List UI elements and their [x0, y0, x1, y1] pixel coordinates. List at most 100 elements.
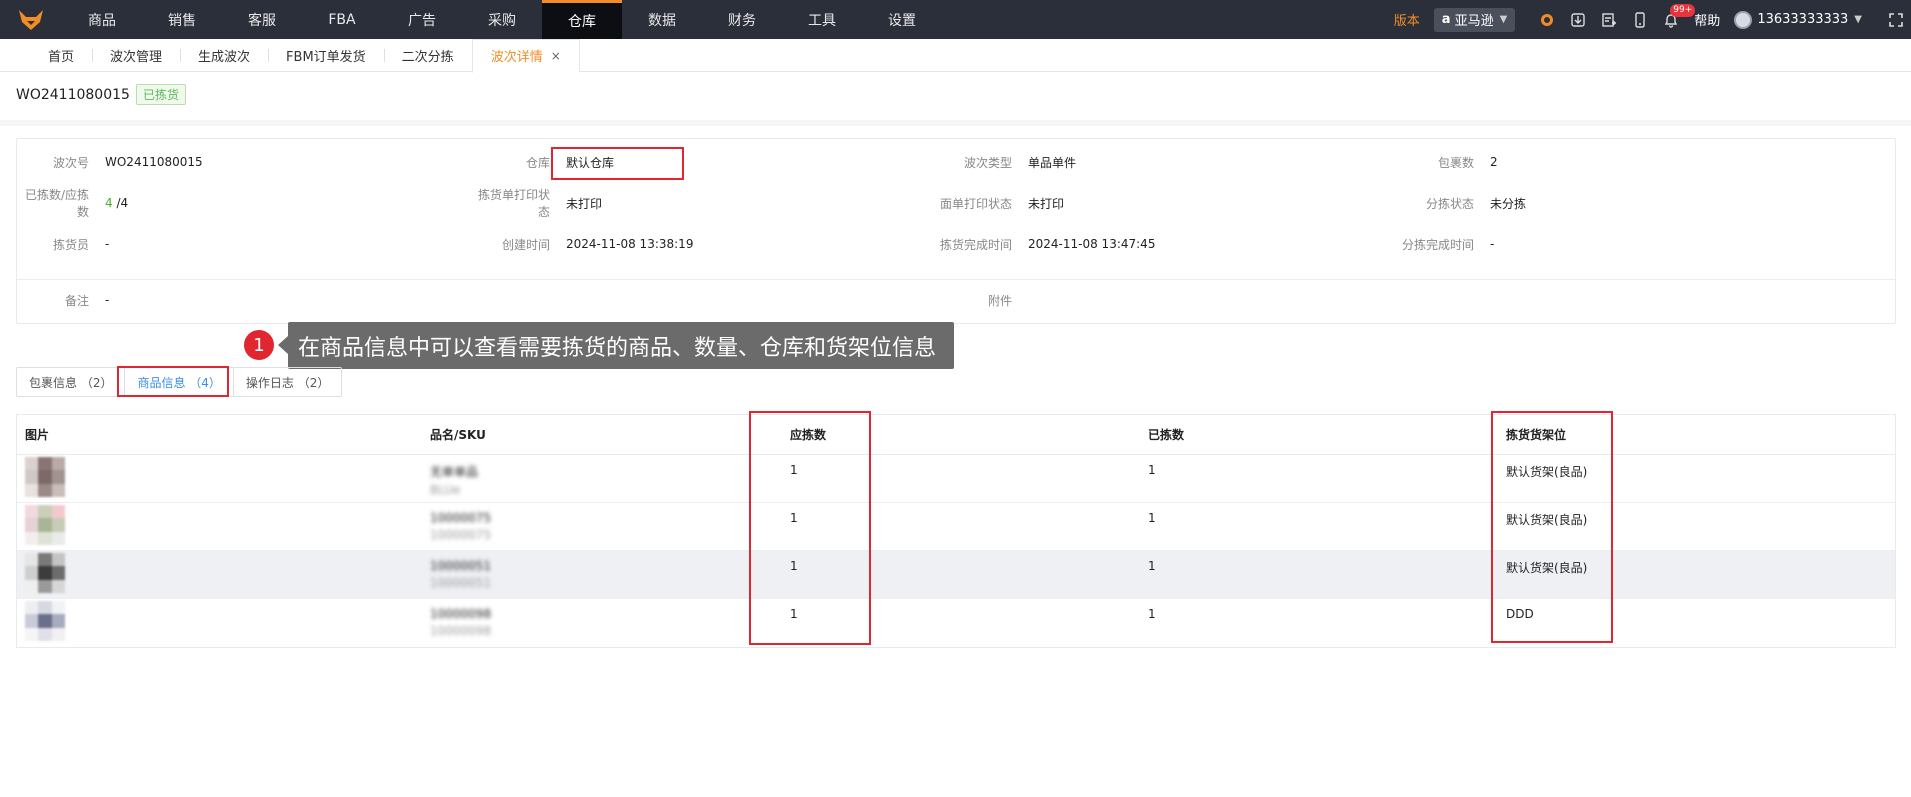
app-logo[interactable]: [0, 0, 62, 39]
product-sku: 10000075: [430, 528, 492, 542]
wave-type-label: 波次类型: [963, 155, 1012, 170]
product-thumbnail[interactable]: [25, 505, 65, 545]
store-select-label: 亚马逊: [1454, 14, 1494, 29]
nav-item-service[interactable]: 客服: [222, 0, 302, 39]
chevron-down-icon: ▼: [1499, 14, 1508, 25]
shelf-cell: 默认货架(良品): [1506, 513, 1588, 527]
sort-status-label: 分拣状态: [1425, 196, 1474, 211]
store-select[interactable]: a 亚马逊 ▼: [1433, 7, 1516, 32]
detail-tabs: 包裹信息 （2） 商品信息 （4） 操作日志 （2）: [16, 367, 343, 397]
shelf-cell: 默认货架(良品): [1506, 561, 1588, 575]
should-pick-cell: 1: [790, 559, 798, 573]
nav-item-sales[interactable]: 销售: [142, 0, 222, 39]
main-nav: 商品 销售 客服 FBA 广告 采购 仓库 数据 财务 工具 设置: [62, 0, 942, 39]
info-row: 拣货员 - 创建时间 2024-11-08 13:38:19 拣货完成时间 2024-…: [17, 234, 1895, 254]
header-divider: [0, 120, 1911, 126]
product-sku: 10000098: [430, 624, 492, 638]
remark-label: 备注: [64, 293, 89, 308]
fullscreen-icon[interactable]: [1880, 0, 1911, 39]
nav-item-purchase[interactable]: 采购: [462, 0, 542, 39]
nav-item-tools[interactable]: 工具: [782, 0, 862, 39]
close-icon[interactable]: ×: [551, 49, 561, 63]
package-count-label: 包裹数: [1437, 155, 1474, 170]
user-menu[interactable]: 13633333333 ▼: [1734, 10, 1862, 29]
wave-no-value: WO2411080015: [105, 155, 203, 169]
column-header-should-pick: 应拣数: [790, 428, 827, 442]
picked-cell: 1: [1148, 463, 1156, 477]
theme-icon[interactable]: [1531, 0, 1562, 39]
info-row: 波次号 WO2411080015 仓库 默认仓库 波次类型 单品单件 包裹数 2: [17, 152, 1895, 172]
warehouse-value: 默认仓库: [566, 155, 615, 170]
tab-package-info[interactable]: 包裹信息 （2）: [17, 368, 124, 396]
tab-home[interactable]: 首页: [30, 39, 92, 72]
product-table: 图片 品名/SKU 应拣数 已拣数 拣货货架位 无单单品 BLUe 1 1 默认货…: [16, 414, 1896, 648]
tab-wave-detail-label: 波次详情: [490, 50, 543, 65]
nav-item-data[interactable]: 数据: [622, 0, 702, 39]
table-row: 无单单品 BLUe 1 1 默认货架(良品): [17, 455, 1895, 503]
warehouse-label: 仓库: [525, 155, 550, 170]
table-row: 10000098 10000098 1 1 DDD: [17, 599, 1895, 647]
product-sku: BLUe: [430, 483, 461, 497]
product-thumbnail[interactable]: [25, 601, 65, 641]
should-pick-cell: 1: [790, 607, 798, 621]
bell-icon[interactable]: 99+: [1655, 0, 1696, 39]
status-badge: 已拣货: [135, 84, 186, 105]
nav-item-settings[interactable]: 设置: [862, 0, 942, 39]
column-header-name-sku: 品名/SKU: [430, 428, 486, 442]
created-value: 2024-11-08 13:38:19: [566, 237, 694, 251]
wave-type-value: 单品单件: [1028, 155, 1077, 170]
attachment-label: 附件: [987, 293, 1012, 308]
tab-wave-detail[interactable]: 波次详情 ×: [471, 38, 580, 73]
product-name: 10000098: [430, 607, 492, 621]
tab-fbm-shipping[interactable]: FBM订单发货: [268, 39, 384, 72]
table-header: 图片 品名/SKU 应拣数 已拣数 拣货货架位: [17, 415, 1895, 455]
tooltip-callout: 在商品信息中可以查看需要拣货的商品、数量、仓库和货架位信息: [277, 322, 955, 369]
face-print-label: 面单打印状态: [940, 196, 1013, 211]
picked-label: 已拣数/应拣数: [24, 188, 89, 219]
top-right-tools: 版本 a 亚马逊 ▼ 99+ 帮助 13633333333 ▼: [1394, 0, 1911, 39]
page-title: WO2411080015: [16, 86, 130, 103]
download-icon[interactable]: [1562, 0, 1593, 39]
tab-wave-management[interactable]: 波次管理: [92, 39, 180, 72]
product-thumbnail[interactable]: [25, 553, 65, 593]
remark-value: -: [105, 293, 110, 307]
tab-generate-wave[interactable]: 生成波次: [180, 39, 268, 72]
picked-count: 4: [105, 196, 113, 210]
product-thumbnail[interactable]: [25, 457, 65, 497]
sort-done-value: -: [1490, 237, 1495, 251]
pick-print-value: 未打印: [566, 196, 603, 211]
help-link[interactable]: 帮助: [1694, 10, 1720, 29]
column-header-shelf: 拣货货架位: [1506, 428, 1567, 442]
info-row: 备注 - 附件: [17, 290, 1895, 310]
product-sku: 10000051: [430, 576, 492, 590]
tab-product-info[interactable]: 商品信息 （4）: [124, 368, 232, 396]
nav-item-products[interactable]: 商品: [62, 0, 142, 39]
should-pick-cell: 1: [790, 463, 798, 477]
mobile-icon[interactable]: [1624, 0, 1655, 39]
shelf-cell: 默认货架(良品): [1506, 465, 1588, 479]
top-navbar: 商品 销售 客服 FBA 广告 采购 仓库 数据 财务 工具 设置 版本 a 亚…: [0, 0, 1911, 39]
nav-item-warehouse[interactable]: 仓库: [542, 0, 622, 39]
tab-operation-log[interactable]: 操作日志 （2）: [232, 368, 341, 396]
nav-item-finance[interactable]: 财务: [702, 0, 782, 39]
nav-item-ads[interactable]: 广告: [382, 0, 462, 39]
product-name: 10000075: [430, 511, 492, 525]
package-count-value: 2: [1490, 155, 1498, 169]
task-list-icon[interactable]: [1593, 0, 1624, 39]
picker-label: 拣货员: [52, 237, 89, 252]
version-link[interactable]: 版本: [1394, 10, 1420, 29]
table-row: 10000075 10000075 1 1 默认货架(良品): [17, 503, 1895, 551]
tab-secondary-sorting[interactable]: 二次分拣: [383, 39, 472, 72]
page-header: WO2411080015 已拣货: [16, 84, 186, 105]
notification-badge: 99+: [1670, 4, 1696, 17]
picked-cell: 1: [1148, 607, 1156, 621]
info-row: 已拣数/应拣数 4 /4 拣货单打印状态 未打印 面单打印状态 未打印 分拣状态 未分拣: [17, 188, 1895, 219]
wave-info-card: 波次号 WO2411080015 仓库 默认仓库 波次类型 单品单件 包裹数 2 已拣数…: [16, 138, 1896, 324]
chevron-down-icon: ▼: [1854, 14, 1862, 25]
page-tabs: 首页 波次管理 生成波次 FBM订单发货 二次分拣 波次详情 ×: [0, 38, 1911, 73]
nav-item-fba[interactable]: FBA: [302, 0, 382, 39]
should-pick-count: /4: [116, 196, 129, 210]
pick-done-label: 拣货完成时间: [940, 237, 1013, 252]
fox-logo-icon: [19, 9, 43, 30]
avatar: [1734, 10, 1753, 29]
